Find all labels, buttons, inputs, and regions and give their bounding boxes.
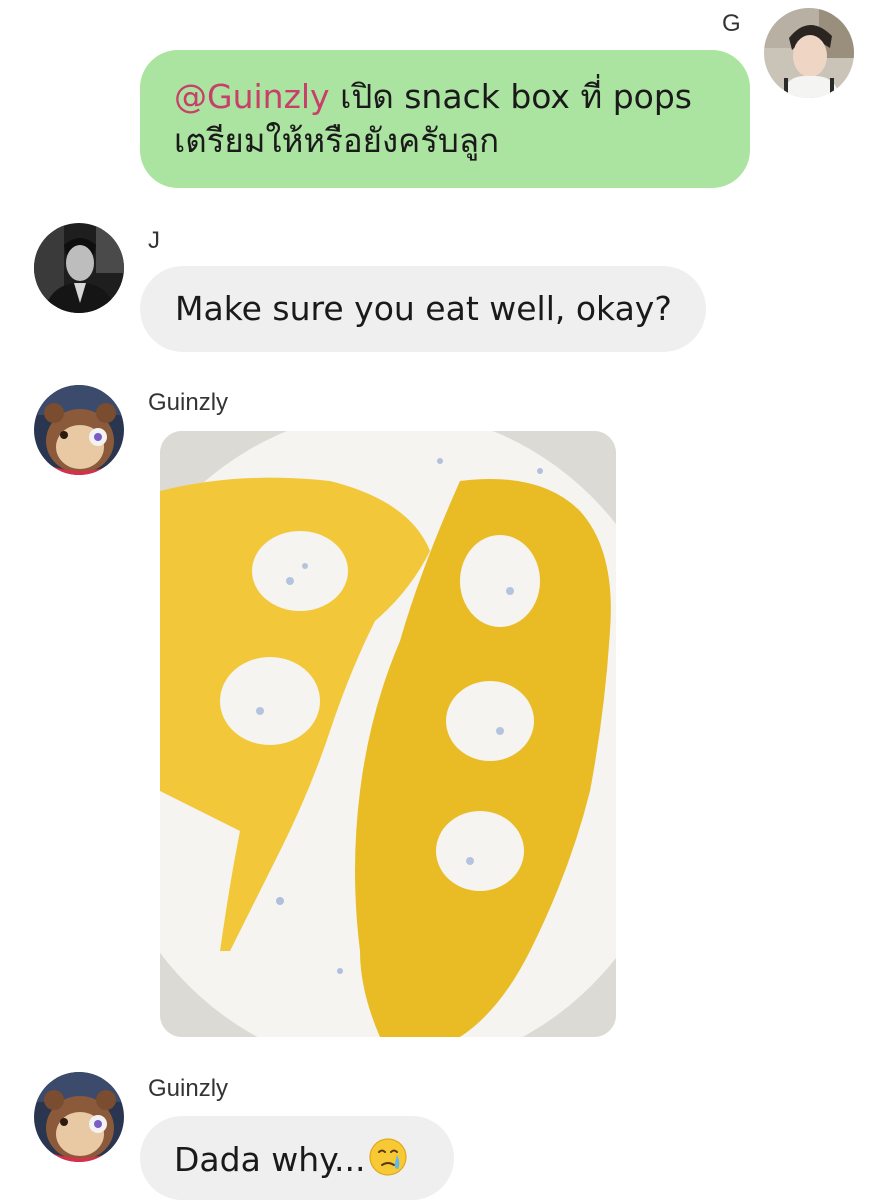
message-line-2: เตรียมให้หรือยังครับลูก [174, 121, 500, 160]
message-text: Make sure you eat well, okay? [175, 289, 672, 328]
sender-name-guinzly: Guinzly [148, 1075, 229, 1102]
avatar-guinzly[interactable] [34, 1072, 124, 1162]
avatar-j-image [34, 223, 124, 313]
avatar-guinzly-image [34, 1072, 124, 1162]
message-text: Dada why... [174, 1140, 366, 1179]
sender-name-guinzly: Guinzly [148, 389, 229, 416]
message-line-1: @Guinzly เปิด snack box ที่ pops [174, 75, 716, 119]
message-bubble-incoming-j[interactable]: Make sure you eat well, okay? [140, 266, 706, 352]
message-bubble-outgoing[interactable]: @Guinzly เปิด snack box ที่ pops เตรียมใ… [140, 50, 750, 188]
photo-attachment[interactable] [160, 431, 616, 1037]
avatar-guinzly[interactable] [34, 385, 124, 475]
message-bubble-incoming-guinzly[interactable]: Dada why... [140, 1116, 454, 1200]
message-text: เปิด snack box ที่ pops [340, 77, 692, 116]
avatar-guinzly-image [34, 385, 124, 475]
mention-link[interactable]: @Guinzly [174, 77, 330, 116]
crying-face-emoji [368, 1138, 407, 1176]
sender-name-g: G [722, 10, 741, 37]
mango-slices-photo [160, 431, 616, 1037]
avatar-g-image [764, 8, 854, 98]
avatar-j[interactable] [34, 223, 124, 313]
avatar-g[interactable] [764, 8, 854, 98]
sender-name-j: J [148, 227, 160, 254]
